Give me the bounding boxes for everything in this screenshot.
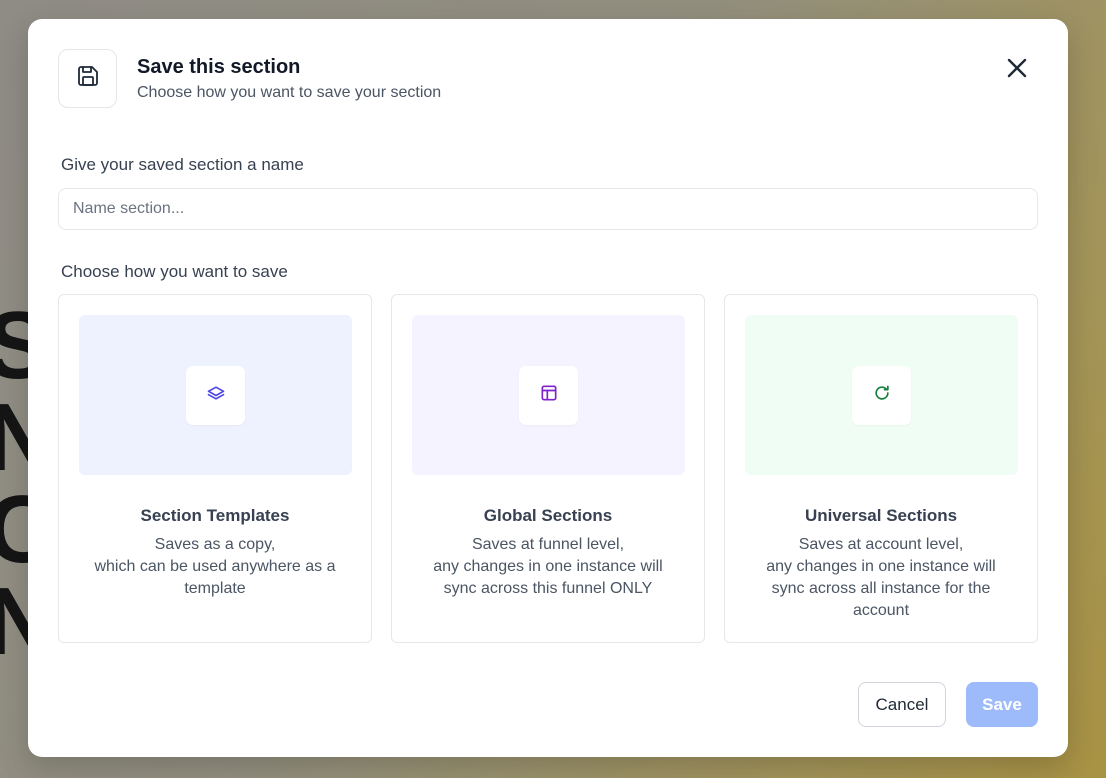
icon-tile	[519, 365, 578, 425]
floppy-disk-icon	[76, 64, 100, 93]
layers-icon	[206, 383, 226, 408]
option-preview	[745, 315, 1018, 475]
name-field-label: Give your saved section a name	[61, 155, 304, 174]
cancel-button[interactable]: Cancel	[858, 682, 946, 727]
modal-subtitle: Choose how you want to save your section	[137, 84, 442, 101]
header-icon-box	[58, 49, 117, 108]
layout-icon	[539, 383, 559, 408]
option-title: Universal Sections	[804, 506, 958, 525]
close-icon	[1007, 58, 1027, 83]
icon-tile	[852, 365, 911, 425]
option-description: Saves at funnel level, any changes in on…	[433, 536, 663, 597]
option-universal-sections[interactable]: Universal Sections Saves at account leve…	[724, 294, 1038, 643]
option-preview	[79, 315, 352, 475]
option-title: Global Sections	[483, 506, 613, 525]
option-section-templates[interactable]: Section Templates Saves as a copy, which…	[58, 294, 372, 643]
icon-tile	[186, 365, 245, 425]
option-description: Saves at account level, any changes in o…	[766, 536, 996, 619]
section-name-input[interactable]	[58, 188, 1038, 230]
option-title: Section Templates	[140, 506, 290, 525]
save-section-modal: Save this section Choose how you want to…	[28, 19, 1068, 757]
save-options-label: Choose how you want to save	[61, 262, 288, 281]
modal-title: Save this section	[137, 56, 301, 78]
close-button[interactable]	[998, 55, 1036, 85]
option-description: Saves as a copy, which can be used anywh…	[94, 536, 336, 597]
option-preview	[412, 315, 685, 475]
option-global-sections[interactable]: Global Sections Saves at funnel level, a…	[391, 294, 705, 643]
refresh-icon	[872, 383, 892, 408]
save-button[interactable]: Save	[966, 682, 1038, 727]
